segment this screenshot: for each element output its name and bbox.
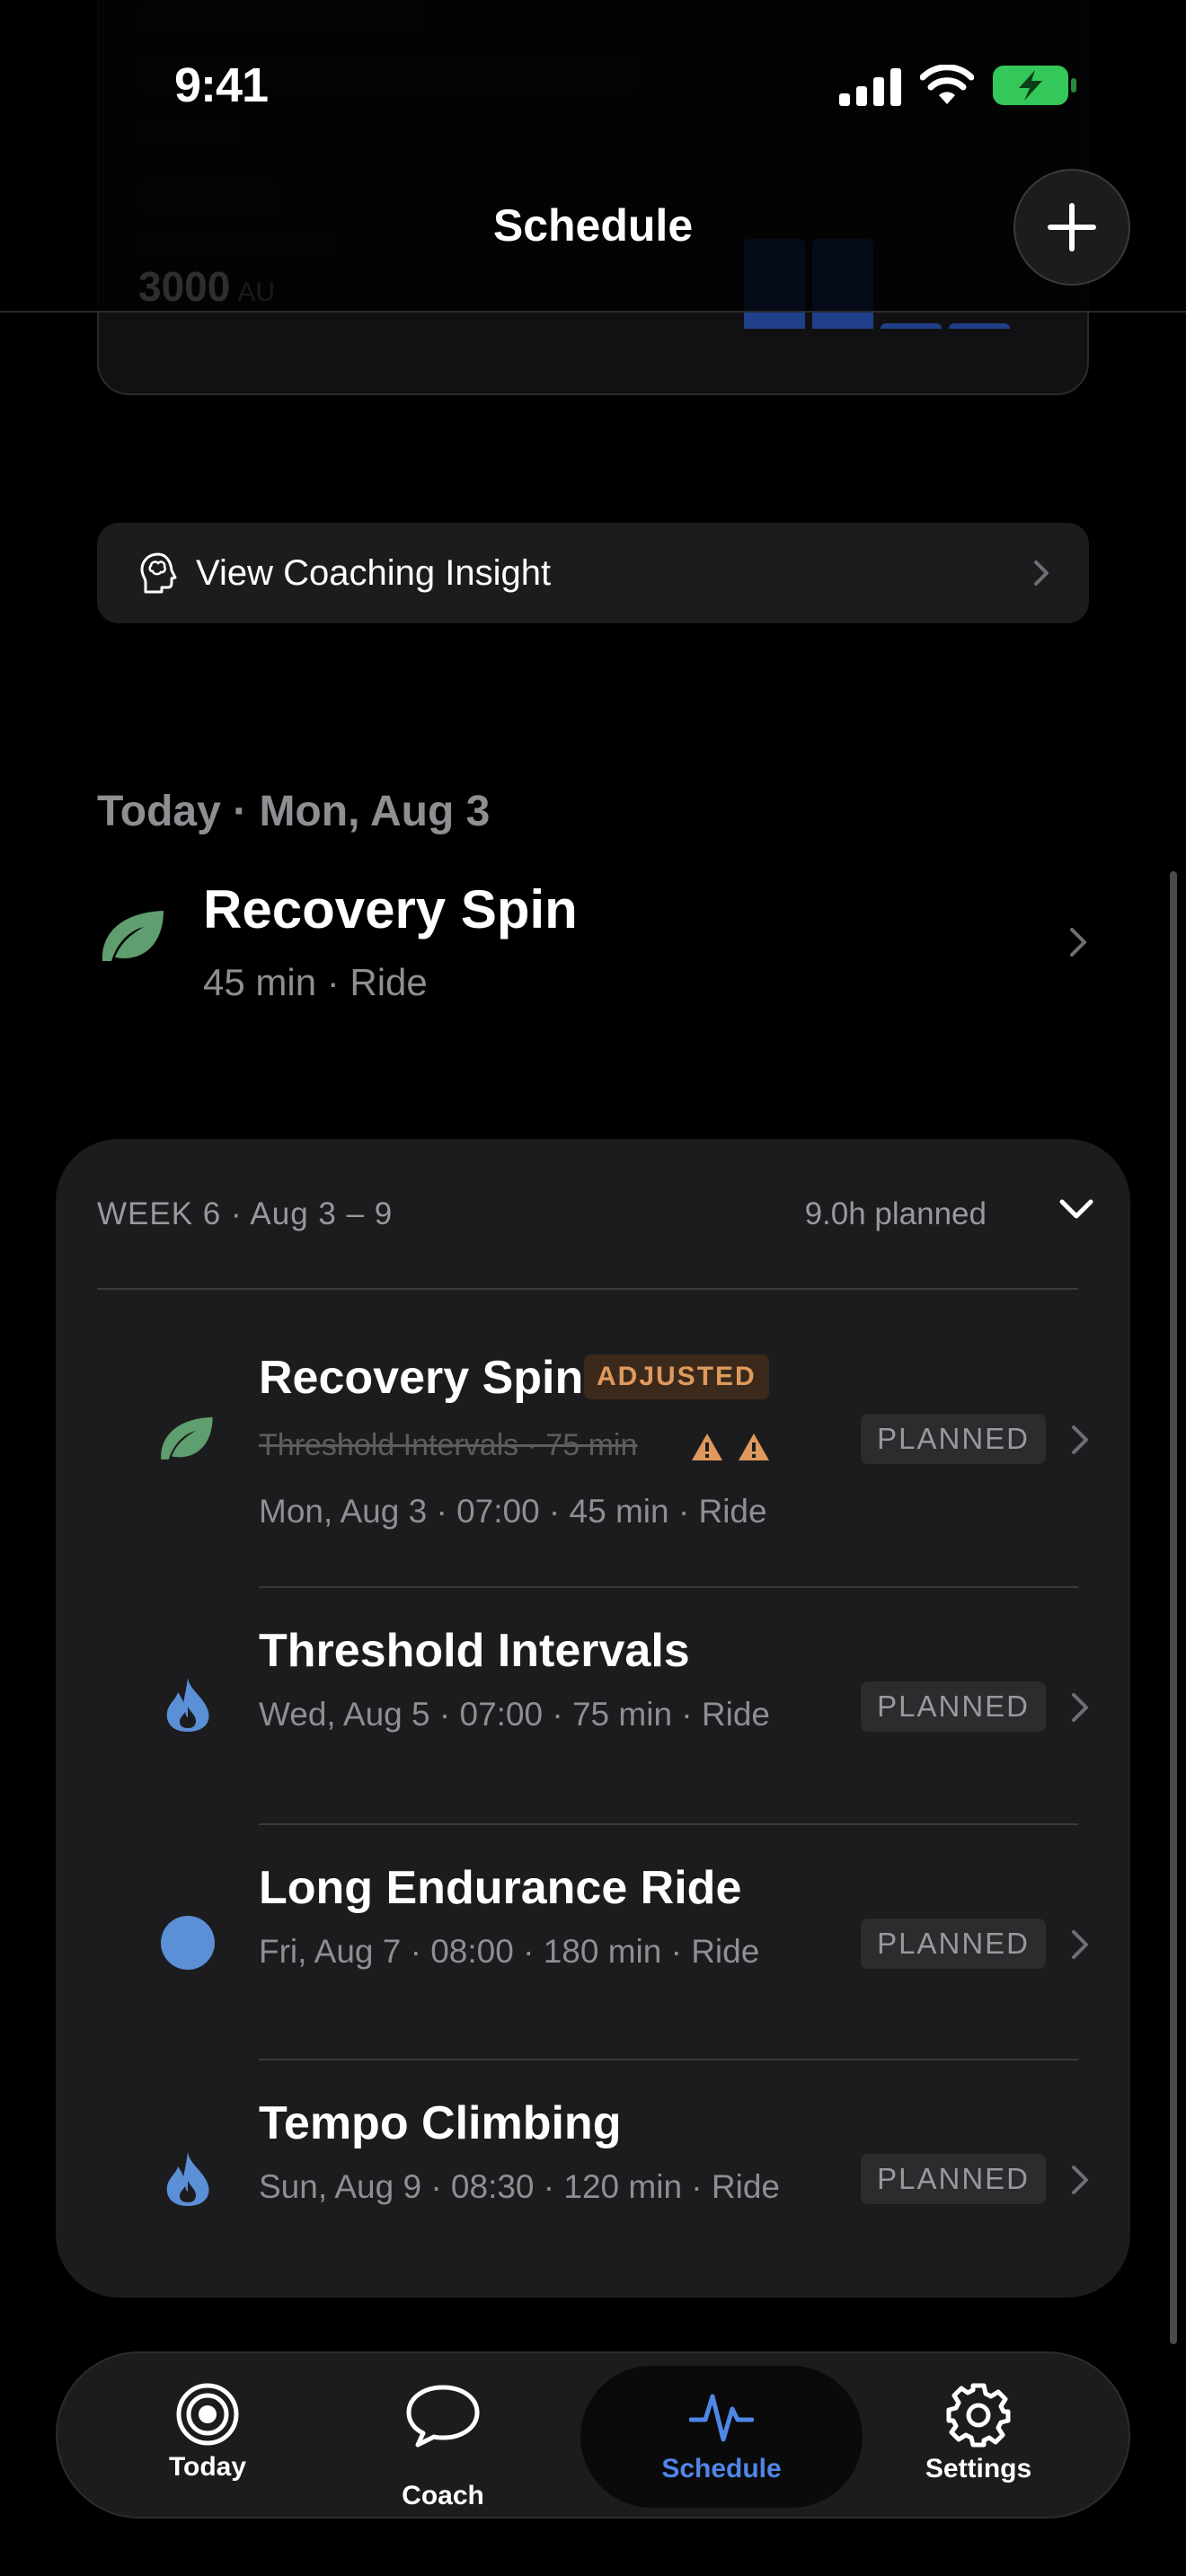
tab-label: Today [168,2452,247,2482]
workout-title: Recovery Spin [259,1352,584,1404]
brain-head-icon [138,551,178,595]
leaf-icon [99,907,167,973]
workout-subtitle: Wed, Aug 5 · 07:00 · 75 min · Ride [259,1696,771,1733]
tab-label: Settings [925,2454,1032,2483]
circle-icon [160,1915,216,1975]
status-badge: PLANNED [861,2154,1046,2204]
battery-charging-icon [992,65,1078,110]
flame-icon [164,1676,212,1738]
cellular-signal-icon [839,68,902,110]
workout-title: Threshold Intervals [259,1625,690,1677]
today-workout-subtitle: 45 min · Ride [203,961,428,1003]
today-section-header: Today · Mon, Aug 3 [97,788,491,835]
workout-title: Tempo Climbing [259,2097,622,2149]
today-workout-title: Recovery Spin [203,879,578,940]
warning-icon [690,1432,724,1467]
chevron-right-icon [1071,1425,1089,1460]
mini-bar [949,323,1010,329]
chevron-right-icon [1071,1929,1089,1964]
warning-icon [737,1432,771,1467]
today-workout-row[interactable] [0,853,1186,1033]
page-title: Schedule [492,200,694,251]
workout-subtitle: Sun, Aug 9 · 08:30 · 120 min · Ride [259,2168,781,2205]
scrollbar[interactable] [1170,871,1177,2344]
workout-subtitle: Mon, Aug 3 · 07:00 · 45 min · Ride [259,1493,767,1530]
chevron-right-icon [1071,1692,1089,1727]
tab-settings[interactable]: Settings [848,2353,1109,2517]
view-coaching-insight-button[interactable]: View Coaching Insight [97,523,1089,623]
pulse-icon [689,2384,754,2448]
top-bar [0,0,1186,313]
workout-subtitle: Fri, Aug 7 · 08:00 · 180 min · Ride [259,1933,760,1970]
add-workout-button[interactable] [1013,169,1130,286]
week-card: WEEK 6 · Aug 3 – 9 9.0h planned Recovery… [56,1139,1130,2298]
target-icon [175,2382,240,2447]
workout-title: Long Endurance Ride [259,1862,742,1914]
week-planned-hours: 9.0h planned [804,1196,987,1231]
previous-workout-text: Threshold Intervals · 75 min [259,1428,638,1462]
status-badge: PLANNED [861,1919,1046,1969]
insight-label: View Coaching Insight [196,552,552,593]
tab-schedule[interactable]: Schedule [591,2353,852,2517]
tab-label: Coach [402,2481,484,2510]
adjusted-badge: ADJUSTED [584,1354,769,1399]
chevron-down-icon[interactable] [1058,1191,1094,1231]
tab-label: Schedule [661,2454,782,2483]
tab-today[interactable]: Today [77,2353,338,2517]
wifi-icon [919,64,975,110]
plus-icon [1048,203,1096,251]
tab-bar: Today Coach Schedule Settings [56,2351,1130,2519]
flame-icon [164,2150,212,2212]
mini-bar [881,323,942,329]
chevron-right-icon [1069,927,1087,962]
chevron-right-icon [1033,560,1049,587]
status-time: 9:41 [174,58,269,112]
tab-coach[interactable]: Coach [313,2353,573,2517]
status-badge: PLANNED [861,1414,1046,1464]
divider [97,1288,1078,1290]
status-badge: PLANNED [861,1681,1046,1732]
week-label: WEEK 6 · Aug 3 – 9 [97,1196,394,1231]
chat-bubble-icon [405,2384,481,2448]
leaf-icon [158,1414,216,1470]
gear-icon [945,2382,1012,2448]
chevron-right-icon [1071,2165,1089,2200]
